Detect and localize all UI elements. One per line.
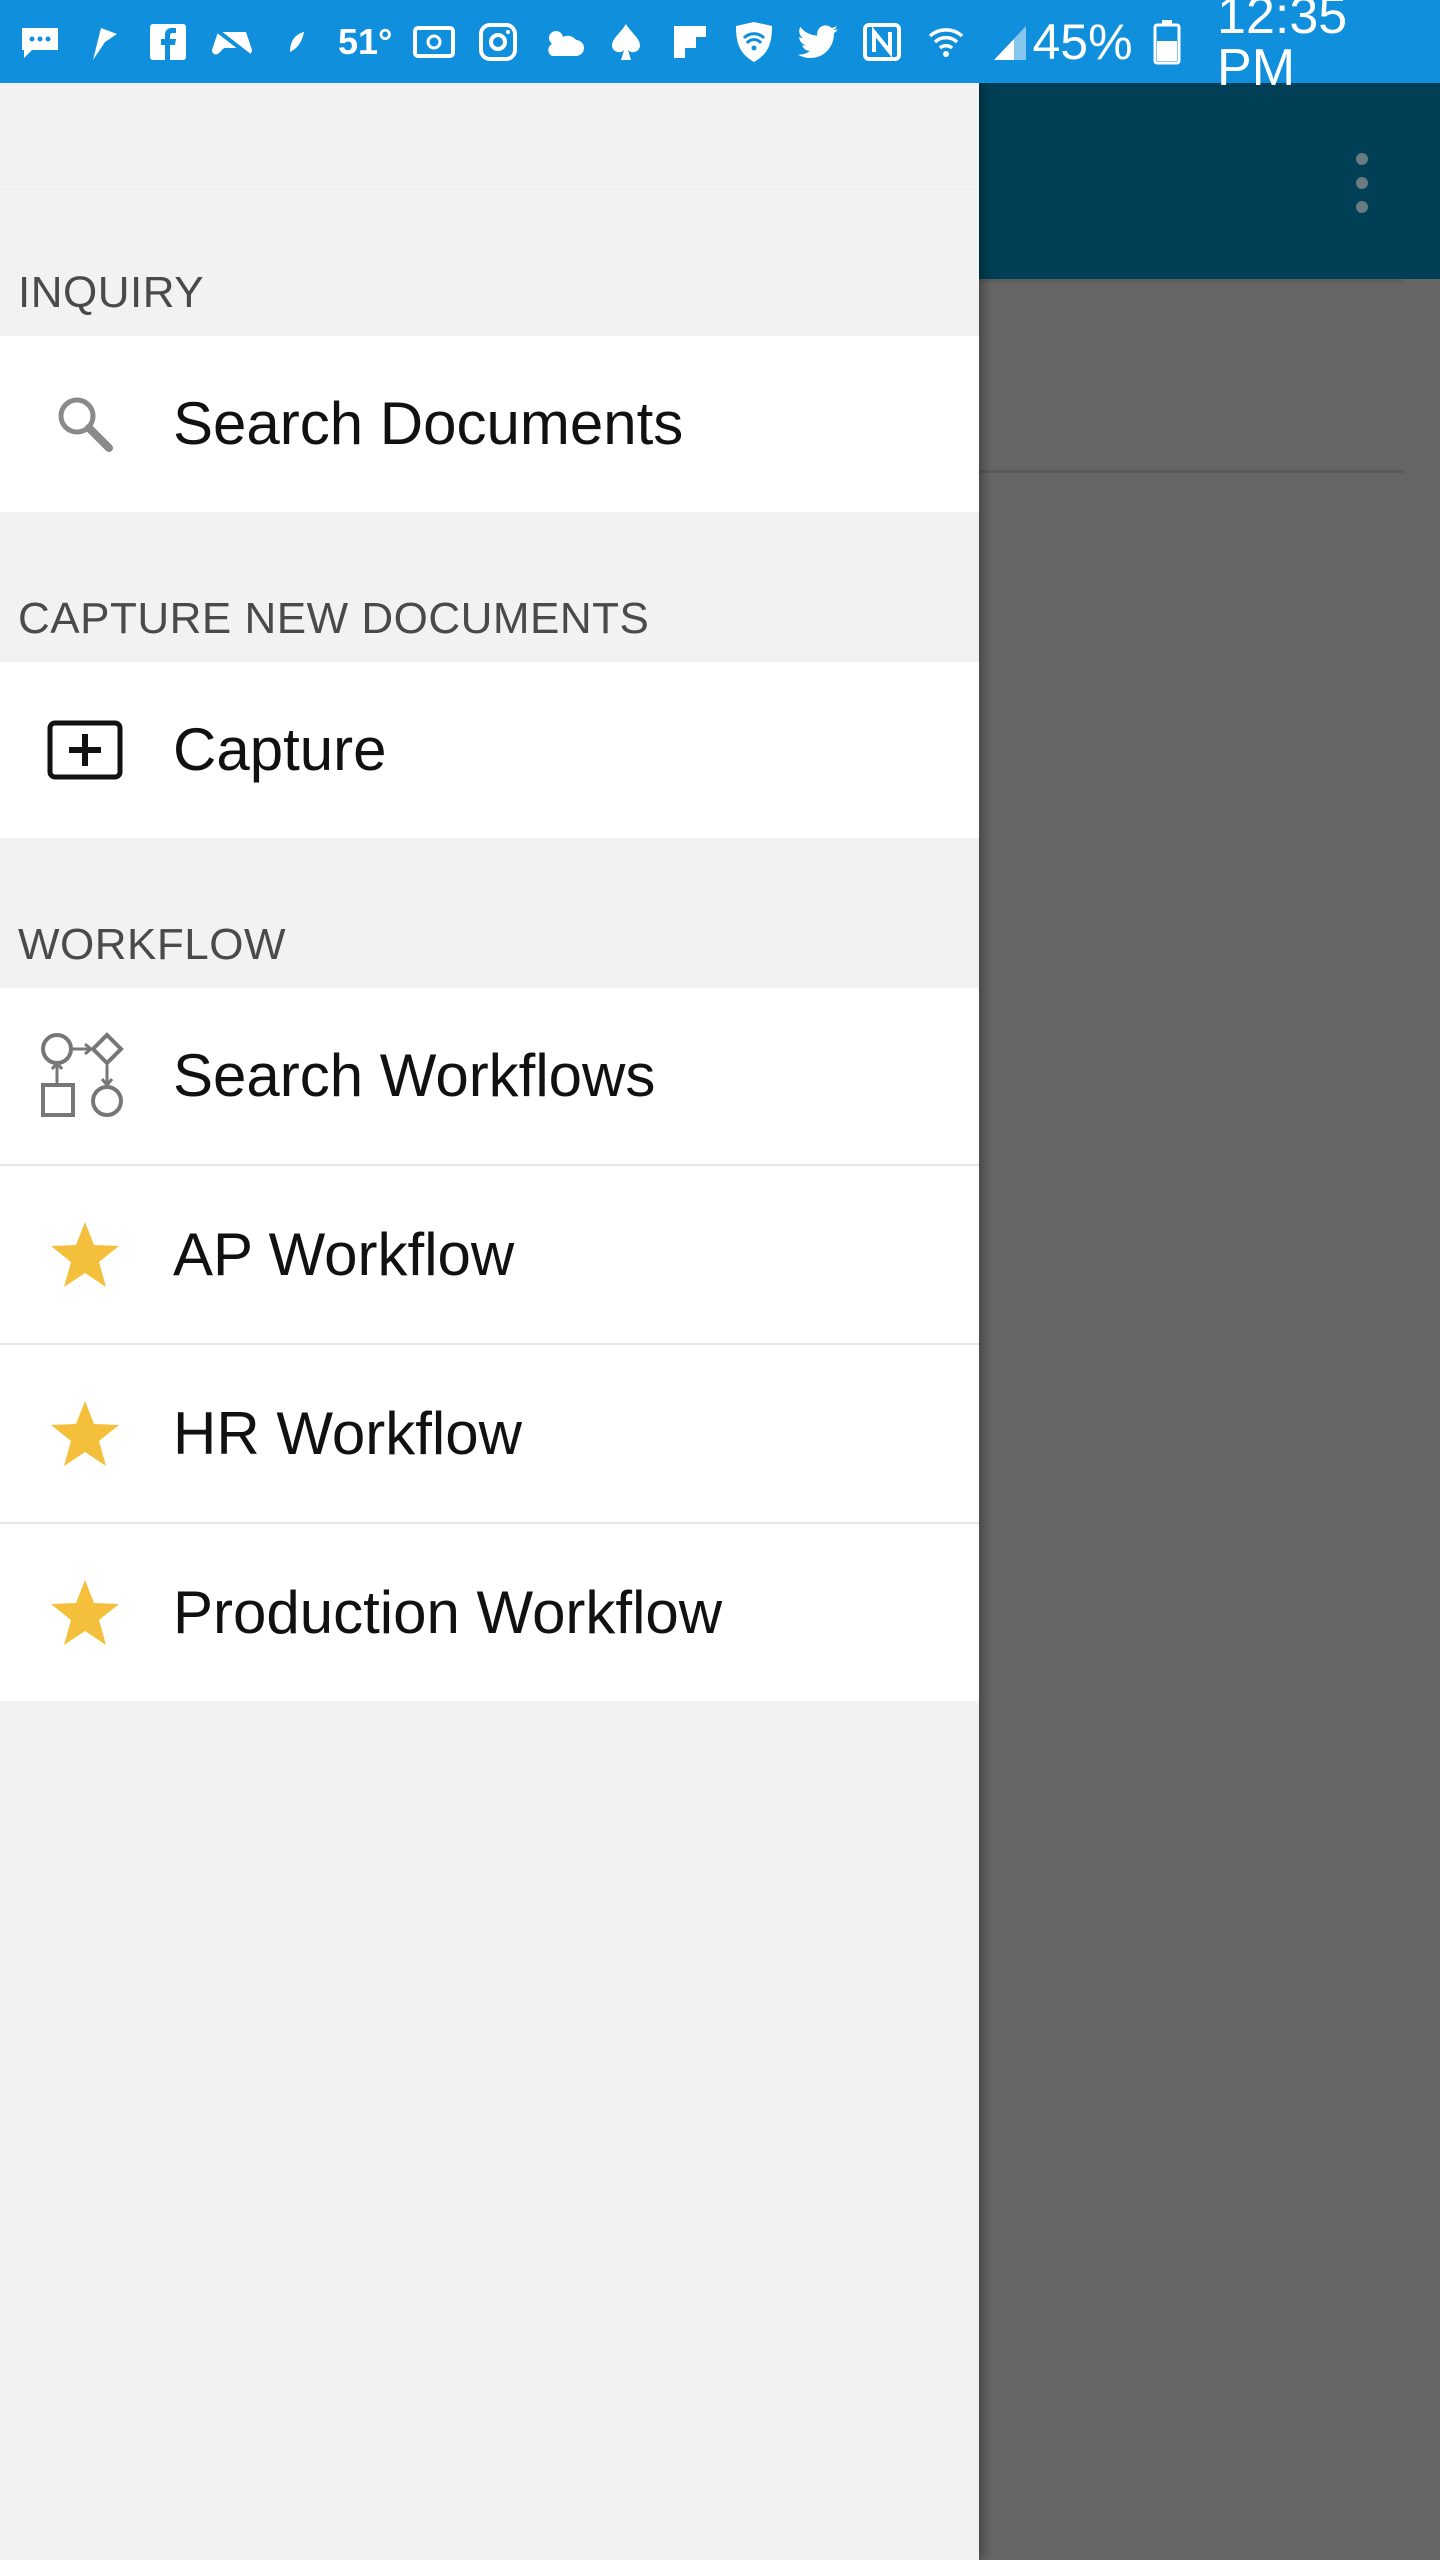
menu-item-label: Capture (173, 716, 387, 783)
flag-icon (82, 20, 126, 64)
flipboard-icon (668, 20, 712, 64)
gamepad-icon (210, 20, 254, 64)
nfc-icon (860, 20, 904, 64)
menu-item-ap-workflow[interactable]: AP Workflow (0, 1164, 979, 1343)
menu-item-capture[interactable]: Capture (0, 662, 979, 838)
menu-item-label: Search Workflows (173, 1042, 656, 1109)
menu-item-production-workflow[interactable]: Production Workflow (0, 1522, 979, 1701)
section-header-capture: CAPTURE NEW DOCUMENTS (18, 594, 650, 643)
search-icon (38, 377, 132, 471)
weather-icon (540, 20, 585, 64)
battery-percentage: 45% (1032, 13, 1133, 70)
menu-item-label: AP Workflow (173, 1220, 515, 1288)
signal-icon (988, 20, 1032, 64)
status-right: 45% 12:35 PM (1032, 0, 1422, 94)
menu-item-search-documents[interactable]: Search Documents (0, 336, 979, 512)
menu-item-label: Production Workflow (173, 1578, 723, 1646)
add-box-icon (38, 703, 132, 797)
temperature-text: 51° (338, 20, 393, 62)
facebook-icon (146, 20, 190, 64)
notification-icons: 51° (18, 20, 1032, 64)
workflow-diagram-icon (38, 1029, 132, 1123)
menu-item-label: HR Workflow (173, 1399, 522, 1467)
star-icon (38, 1566, 132, 1660)
app-divider (979, 470, 1404, 473)
chat-icon (18, 20, 62, 64)
instagram-icon (476, 20, 520, 64)
drawer-header (0, 83, 979, 190)
status-bar: 51° 45% 12:35 PM (0, 0, 1440, 94)
spade-icon (604, 20, 648, 64)
battery-icon (1147, 19, 1188, 64)
navigation-drawer: INQUIRY Search Documents CAPTURE NEW DOC… (0, 83, 979, 2560)
clock: 12:35 PM (1217, 0, 1348, 97)
star-icon (38, 1208, 132, 1302)
twitter-icon (796, 20, 840, 64)
menu-item-hr-workflow[interactable]: HR Workflow (0, 1343, 979, 1522)
section-header-inquiry: INQUIRY (18, 268, 205, 317)
menu-item-search-workflows[interactable]: Search Workflows (0, 988, 979, 1164)
section-header-workflow: WORKFLOW (18, 920, 286, 969)
wifi-shield-icon (732, 20, 776, 64)
menu-item-label: Search Documents (173, 390, 684, 457)
email-icon (412, 20, 456, 64)
toolbar-shadow (979, 279, 1404, 283)
app-toolbar (979, 83, 1440, 279)
wifi-icon (924, 20, 968, 64)
leaf-icon (274, 20, 318, 64)
star-icon (38, 1387, 132, 1481)
overflow-menu-icon[interactable] (1354, 153, 1370, 213)
